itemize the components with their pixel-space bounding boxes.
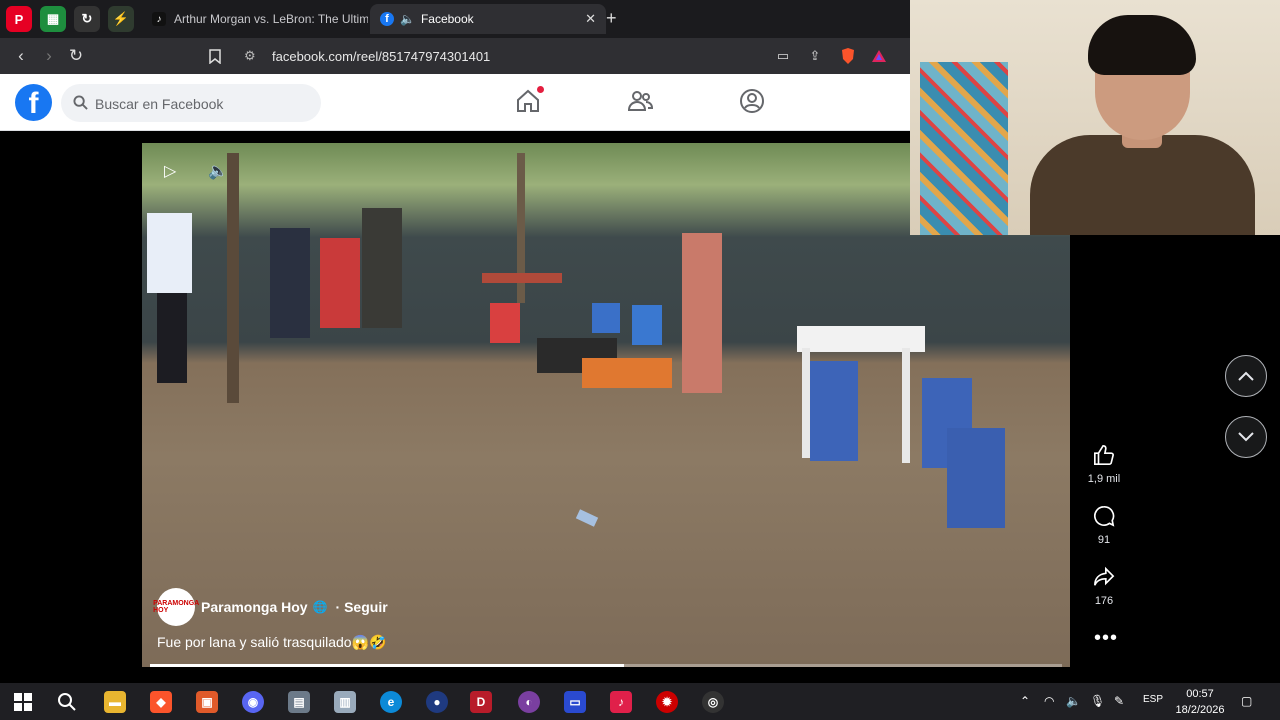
comment-icon (1094, 506, 1115, 527)
tab-title: Facebook (420, 12, 474, 26)
url-text: facebook.com/reel/851747974301401 (272, 49, 491, 64)
video-progress-bar[interactable] (150, 664, 1062, 667)
brave-browser-icon[interactable]: ◆ (150, 691, 172, 713)
clock-time: 00:57 (1186, 688, 1214, 700)
reload-icon[interactable]: ↻ (64, 44, 88, 68)
reel-author: PARAMONGA HOY Paramonga Hoy 🌐 · Seguir (153, 588, 388, 626)
follow-button[interactable]: · Seguir (336, 599, 388, 615)
friends-nav-icon[interactable] (627, 88, 654, 114)
red-app-icon[interactable]: ✹ (656, 691, 678, 713)
address-bar[interactable]: ⚙ facebook.com/reel/851747974301401 (236, 43, 896, 69)
office-app-icon[interactable]: ▣ (196, 691, 218, 713)
previous-reel-button[interactable] (1225, 355, 1267, 397)
curtain-background (920, 62, 1008, 235)
search-taskbar-icon[interactable] (56, 691, 78, 713)
forward-icon[interactable]: › (37, 44, 61, 68)
cast-icon[interactable]: ▭ (771, 44, 795, 68)
avatar-logo-text: PARAMONGA HOY (153, 600, 199, 614)
color-app-icon[interactable]: ◐ (518, 691, 540, 713)
comment-count: 91 (1097, 534, 1111, 546)
next-reel-button[interactable] (1225, 416, 1267, 458)
comment-button[interactable]: 91 (1084, 505, 1124, 546)
facebook-logo-icon[interactable]: f (15, 84, 52, 121)
facebook-header: f (0, 74, 910, 131)
notepad-icon[interactable]: ▤ (288, 691, 310, 713)
search-box (61, 84, 321, 124)
like-button[interactable]: 1,9 mil (1084, 444, 1124, 485)
sheets-tab-icon[interactable]: ▦ (40, 6, 66, 32)
share-count: 176 (1094, 595, 1114, 607)
refresh-app-tab-icon[interactable]: ↻ (74, 6, 100, 32)
tab-facebook[interactable]: f 🔈 Facebook ✕ (370, 4, 606, 34)
webcam-overlay (910, 0, 1280, 235)
davinci-resolve-icon[interactable]: D (470, 691, 492, 713)
app-circle-icon[interactable]: ● (426, 691, 448, 713)
more-options-icon[interactable]: ••• (1094, 627, 1118, 650)
volume-tray-icon[interactable]: 🔈 (1066, 694, 1081, 708)
share-button[interactable]: 176 (1084, 566, 1124, 607)
tiktok-icon: ♪ (152, 12, 166, 26)
network-icon[interactable]: ◠ (1044, 694, 1054, 708)
file-explorer-icon[interactable]: ▬ (104, 691, 126, 713)
browser-tab-bar: P ▦ ↻ ⚡ ♪ Arthur Morgan vs. LeBron: The … (0, 0, 910, 38)
clock[interactable]: 00:57 18/2/2026 (1168, 686, 1232, 718)
globe-icon: 🌐 (312, 600, 328, 614)
like-count: 1,9 mil (1087, 473, 1121, 485)
tab-arthur-morgan[interactable]: ♪ Arthur Morgan vs. LeBron: The Ultim (142, 4, 368, 34)
video-progress-fill (150, 664, 625, 667)
clock-date: 18/2/2026 (1175, 704, 1225, 716)
site-settings-icon[interactable]: ⚙ (244, 48, 256, 64)
play-icon[interactable]: ▷ (164, 161, 176, 181)
windows-start-icon[interactable] (12, 691, 34, 713)
tray-overflow-icon[interactable]: ⌃ (1020, 694, 1030, 708)
brave-rewards-icon[interactable] (867, 44, 891, 68)
tab-title: Arthur Morgan vs. LeBron: The Ultim (174, 12, 368, 26)
volume-icon[interactable]: 🔈 (208, 161, 228, 181)
chevron-up-icon (1238, 371, 1254, 381)
search-icon (73, 95, 88, 110)
avatar[interactable]: PARAMONGA HOY (153, 588, 199, 626)
bolt-tab-icon[interactable]: ⚡ (108, 6, 134, 32)
brave-shield-icon[interactable] (836, 44, 860, 68)
pen-icon[interactable]: ✎ (1114, 694, 1124, 708)
author-name[interactable]: Paramonga Hoy (201, 599, 308, 615)
windows-taskbar: ▬ ◆ ▣ ◉ ▤ ▥ e ● D ◐ ▭ ♪ ✹ ◎ ⌃ ◠ 🔈 🎙 ✎ ES… (0, 683, 1280, 720)
facebook-favicon-icon: f (380, 12, 394, 26)
reel-caption: Fue por lana y salió trasquilado😱🤣 (157, 634, 387, 650)
discord-icon[interactable]: ◉ (242, 691, 264, 713)
browser-nav-bar: ‹ › ↻ ⚙ facebook.com/reel/85174797430140… (0, 38, 910, 74)
microphone-icon[interactable]: 🎙 (1090, 694, 1105, 708)
speaker-icon: 🔈 (400, 12, 415, 26)
share-icon[interactable]: ⇪ (803, 44, 827, 68)
new-tab-icon[interactable]: + (606, 8, 617, 29)
notification-dot (537, 86, 544, 93)
notifications-icon[interactable]: ▢ (1241, 694, 1252, 708)
thumbs-up-icon (1094, 445, 1114, 465)
bookmark-icon[interactable] (203, 44, 227, 68)
language-indicator[interactable]: ESP (1143, 694, 1163, 705)
profile-nav-icon[interactable] (739, 88, 765, 114)
home-nav-icon[interactable] (515, 86, 544, 114)
share-arrow-icon (1094, 566, 1115, 586)
pinterest-tab-icon[interactable]: P (6, 6, 32, 32)
back-icon[interactable]: ‹ (9, 44, 33, 68)
tiktok-taskbar-icon[interactable]: ♪ (610, 691, 632, 713)
documents-icon[interactable]: ▥ (334, 691, 356, 713)
person-hair (1088, 15, 1196, 75)
obs-icon[interactable]: ◎ (702, 691, 724, 713)
chevron-down-icon (1238, 432, 1254, 442)
person-shirt (1030, 135, 1255, 235)
screen-app-icon[interactable]: ▭ (564, 691, 586, 713)
edge-icon[interactable]: e (380, 691, 402, 713)
search-input[interactable] (93, 84, 307, 124)
close-tab-icon[interactable]: ✕ (585, 11, 596, 27)
